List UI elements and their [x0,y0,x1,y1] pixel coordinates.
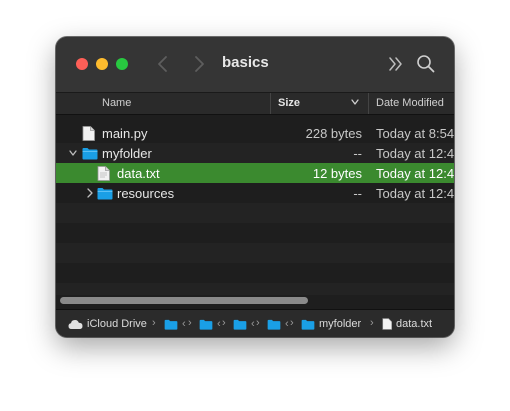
path-separator: › [222,317,226,329]
folder-icon [199,319,213,330]
document-icon [82,126,95,141]
finder-window: basics Name Size Date Modified main.py 2… [56,37,454,337]
folder-icon [301,319,315,330]
minimize-window-button[interactable] [96,58,108,70]
folder-icon [82,148,98,160]
column-size-header[interactable]: Size [278,97,300,109]
forward-button[interactable] [190,54,208,74]
file-size: -- [353,146,362,161]
empty-row [56,203,454,223]
path-item-file[interactable]: data.txt [382,318,432,330]
path-item-folder[interactable]: ‹ [267,318,289,330]
path-item-truncated: ‹ [285,318,289,330]
disclosure-expanded-icon[interactable] [68,147,78,159]
file-size: -- [353,186,362,201]
back-button[interactable] [154,54,172,74]
column-name-header[interactable]: Name [102,97,131,109]
path-separator: › [152,317,156,329]
path-item-folder[interactable]: ‹ [164,318,186,330]
document-icon [97,166,110,181]
path-separator: › [188,317,192,329]
horizontal-scrollbar[interactable] [56,295,454,307]
folder-name: resources [117,186,175,201]
disclosure-collapsed-icon[interactable] [85,187,95,199]
file-row[interactable]: main.py 228 bytes Today at 8:54 [56,123,454,143]
path-separator: › [370,317,374,329]
path-item-folder[interactable]: ‹ [199,318,221,330]
empty-row [56,243,454,263]
folder-icon [267,319,281,330]
path-separator: › [290,317,294,329]
folder-row[interactable]: resources -- Today at 12:4 [56,183,454,203]
path-item-truncated: ‹ [217,318,221,330]
column-divider[interactable] [270,93,271,114]
file-size: 12 bytes [312,166,362,181]
folder-row[interactable]: myfolder -- Today at 12:4 [56,143,454,163]
file-date: Today at 12:4 [376,186,454,201]
file-name: data.txt [117,166,160,181]
path-item-truncated: ‹ [182,318,186,330]
search-icon [417,55,435,73]
file-date: Today at 8:54 [376,126,454,141]
close-window-button[interactable] [76,58,88,70]
column-date-modified-header[interactable]: Date Modified [376,97,444,109]
path-item-myfolder[interactable]: myfolder [301,318,361,330]
search-button[interactable] [416,54,436,79]
chevron-down-icon [351,99,359,105]
path-item-folder[interactable]: ‹ [233,318,255,330]
file-date: Today at 12:4 [376,146,454,161]
empty-row [56,263,454,283]
document-icon [382,318,392,330]
path-item-truncated: ‹ [251,318,255,330]
folder-icon [233,319,247,330]
path-separator: › [256,317,260,329]
column-divider[interactable] [368,93,369,114]
path-item-label: myfolder [319,318,362,330]
file-size: 228 bytes [305,126,362,141]
path-bar: iCloud Drive › ‹ › ‹ › ‹ › ‹ › myfolder … [56,309,454,337]
chevron-left-icon [158,56,167,72]
file-name: main.py [102,126,148,141]
title-bar: basics [56,37,454,93]
path-item-label: data.txt [396,318,433,330]
folder-icon [164,319,178,330]
chevron-right-icon [195,56,204,72]
path-item-label: iCloud Drive [87,318,147,330]
file-row-selected[interactable]: data.txt 12 bytes Today at 12:4 [56,163,454,183]
folder-icon [97,188,113,200]
path-item-icloud[interactable]: iCloud Drive [68,318,147,330]
scrollbar-thumb[interactable] [60,297,308,304]
folder-name: myfolder [102,146,152,161]
column-header: Name Size Date Modified [56,93,454,115]
toolbar-overflow-button[interactable] [387,56,405,77]
file-date: Today at 12:4 [376,166,454,181]
window-title: basics [222,54,269,71]
double-chevron-right-icon [389,57,402,71]
sort-descending-icon[interactable] [350,97,360,110]
empty-row [56,223,454,243]
cloud-icon [68,319,83,329]
zoom-window-button[interactable] [116,58,128,70]
